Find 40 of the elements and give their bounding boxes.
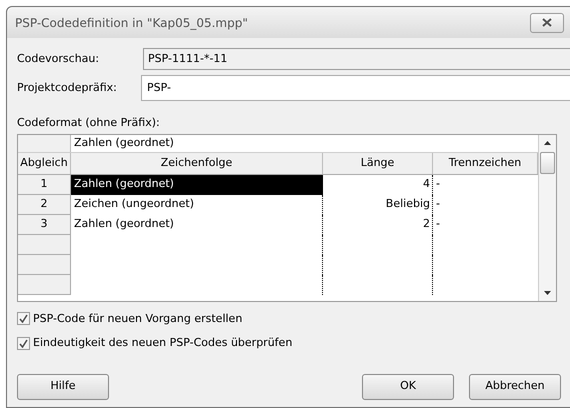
row-header[interactable]: 1 bbox=[18, 174, 71, 194]
table-cell[interactable]: 2 bbox=[323, 214, 433, 234]
row-header[interactable] bbox=[18, 254, 71, 274]
close-button[interactable] bbox=[530, 12, 564, 32]
checkbox[interactable] bbox=[17, 312, 30, 326]
section-label: Codeformat (ohne Präfix): bbox=[17, 115, 161, 131]
checkbox[interactable] bbox=[17, 336, 30, 350]
table-cell[interactable]: - bbox=[433, 174, 538, 194]
input-field[interactable]: PSP- bbox=[141, 75, 570, 101]
row-header[interactable]: 2 bbox=[18, 194, 71, 214]
row-header[interactable] bbox=[18, 234, 71, 254]
table-cell[interactable]: - bbox=[433, 214, 538, 234]
down-arrow-icon bbox=[544, 290, 551, 294]
preview-field: PSP-1111-*-11 bbox=[143, 48, 570, 70]
table-cell[interactable]: Zahlen (geordnet) bbox=[71, 214, 323, 234]
table-cell[interactable]: Beliebig bbox=[323, 194, 433, 214]
row-header[interactable]: 3 bbox=[18, 214, 71, 234]
field-label: Codevorschau: bbox=[17, 50, 100, 67]
dialog-button[interactable]: OK bbox=[362, 374, 454, 400]
table-cell[interactable]: - bbox=[433, 194, 538, 214]
edit-field[interactable]: Zahlen (geordnet) bbox=[71, 134, 538, 152]
checkbox-label: PSP-Code für neuen Vorgang erstellen bbox=[33, 310, 242, 326]
table-cell[interactable]: 4 bbox=[323, 174, 433, 194]
scroll-thumb[interactable] bbox=[540, 152, 555, 174]
column-header[interactable]: Länge bbox=[323, 152, 433, 174]
table-cell[interactable]: Zeichen (ungeordnet) bbox=[71, 194, 323, 214]
dialog-button[interactable]: Abbrechen bbox=[469, 374, 561, 400]
row-header[interactable] bbox=[18, 274, 71, 294]
close-icon bbox=[542, 18, 552, 27]
scrollbar[interactable] bbox=[538, 134, 556, 300]
check-icon bbox=[19, 338, 28, 348]
table-cell[interactable]: Zahlen (geordnet) bbox=[71, 174, 323, 194]
column-header[interactable]: Zeichenfolge bbox=[71, 152, 323, 174]
check-icon bbox=[19, 314, 28, 324]
dialog-button[interactable]: Hilfe bbox=[17, 374, 109, 400]
checkbox-label: Eindeutigkeit des neuen PSP-Codes überprüfen bbox=[33, 335, 292, 351]
window-title: PSP-Codedefinition in "Kap05_05.mpp" bbox=[15, 14, 248, 32]
column-header[interactable]: Abgleich bbox=[18, 152, 71, 174]
up-arrow-icon bbox=[544, 140, 551, 144]
field-label: Projektcodepräfix: bbox=[17, 80, 118, 96]
